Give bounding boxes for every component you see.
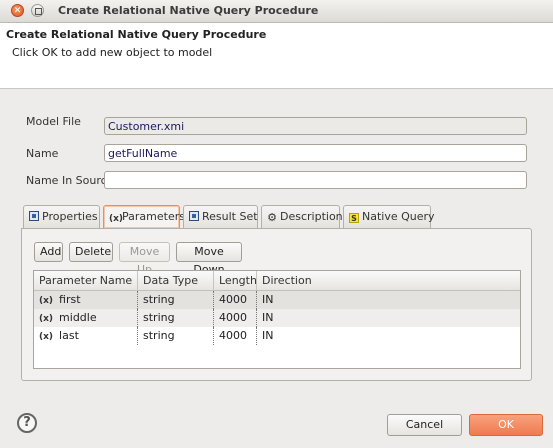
table-row[interactable]: (x) middle string 4000 IN (34, 309, 520, 327)
maximize-window-icon[interactable] (31, 4, 44, 17)
name-in-source-label: Name In Source (26, 174, 114, 187)
table-row[interactable]: (x) last string 4000 IN (34, 327, 520, 345)
tab-parameters-label: Parameters (122, 210, 185, 223)
column-parameter-name[interactable]: Parameter Name (34, 271, 138, 290)
tab-native-query[interactable]: S Native Query (343, 205, 435, 228)
param-direction: IN (262, 293, 274, 306)
param-type: string (138, 291, 214, 309)
tab-properties-label: Properties (42, 210, 98, 223)
param-length: 4000 (214, 291, 257, 309)
column-direction[interactable]: Direction (257, 271, 520, 290)
close-window-icon[interactable]: ✕ (11, 4, 24, 17)
param-name: last (59, 329, 79, 342)
tab-result-set-label: Result Set (202, 210, 258, 223)
param-name: middle (59, 311, 97, 324)
param-length: 4000 (214, 309, 257, 327)
tab-parameters[interactable]: (x)Parameters (103, 205, 185, 228)
table-row[interactable]: (x) first string 4000 IN (34, 291, 520, 309)
result-set-icon (189, 211, 199, 221)
parameters-icon: (x) (109, 214, 124, 224)
model-file-label: Model File (26, 115, 81, 128)
tab-description-label: Description (280, 210, 343, 223)
parameters-table[interactable]: Parameter Name Data Type Length Directio… (33, 270, 521, 369)
param-length: 4000 (214, 327, 257, 345)
dialog-message: Click OK to add new object to model (12, 46, 213, 59)
dialog-title: Create Relational Native Query Procedure (6, 28, 267, 41)
parameter-icon: (x) (39, 296, 54, 306)
move-up-button[interactable]: Move Up (119, 242, 170, 276)
parameter-icon: (x) (39, 314, 54, 324)
param-type: string (138, 327, 214, 345)
name-field[interactable] (104, 144, 527, 162)
native-query-icon: S (349, 213, 359, 223)
param-name: first (59, 293, 81, 306)
window-titlebar: ✕ Create Relational Native Query Procedu… (0, 0, 553, 23)
tab-properties[interactable]: Properties (23, 205, 100, 228)
table-header: Parameter Name Data Type Length Directio… (34, 271, 520, 291)
help-icon[interactable]: ? (17, 413, 37, 433)
column-data-type[interactable]: Data Type (138, 271, 214, 290)
tab-result-set[interactable]: Result Set (183, 205, 258, 228)
properties-icon (29, 211, 39, 221)
tab-native-query-label: Native Query (362, 210, 435, 223)
param-direction: IN (262, 329, 274, 342)
description-icon: ⚙ (267, 211, 277, 224)
param-name-cell: (x) middle (34, 309, 138, 327)
add-button[interactable]: Add (34, 242, 63, 262)
param-direction: IN (262, 311, 274, 324)
param-type: string (138, 309, 214, 327)
name-in-source-field[interactable] (104, 171, 527, 189)
ok-button[interactable]: OK (469, 414, 543, 436)
name-label: Name (26, 147, 59, 160)
column-length[interactable]: Length (214, 271, 257, 290)
tab-description[interactable]: ⚙ Description (261, 205, 343, 228)
parameter-icon: (x) (39, 332, 54, 342)
window-title: Create Relational Native Query Procedure (58, 4, 319, 17)
cancel-button[interactable]: Cancel (387, 414, 462, 436)
param-name-cell: (x) last (34, 327, 138, 345)
delete-button[interactable]: Delete (69, 242, 113, 262)
param-name-cell: (x) first (34, 291, 138, 309)
dialog-header: Create Relational Native Query Procedure… (0, 23, 553, 89)
model-file-field (104, 117, 527, 135)
move-down-button[interactable]: Move Down (176, 242, 242, 276)
